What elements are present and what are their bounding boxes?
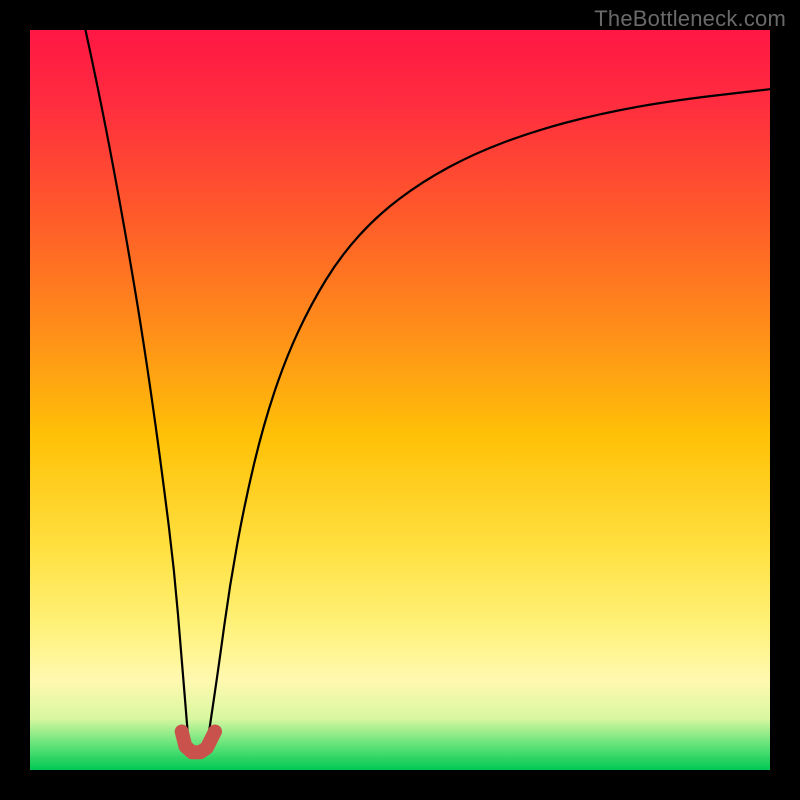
gradient-bg [30,30,770,770]
chart-svg [30,30,770,770]
chart-frame: TheBottleneck.com [0,0,800,800]
watermark-text: TheBottleneck.com [594,6,786,32]
plot-area [30,30,770,770]
